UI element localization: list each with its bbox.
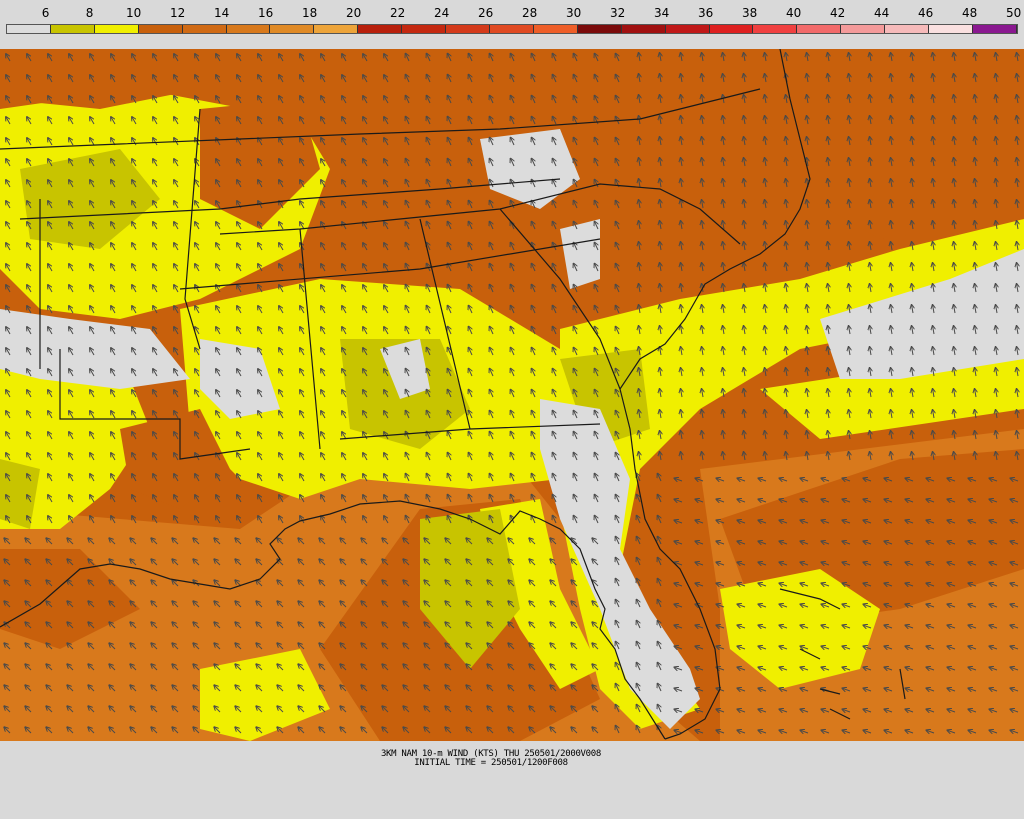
colorbar-tick-label: 10 [125, 6, 142, 20]
colorbar-swatch [709, 25, 754, 33]
colorbar-tick-label: 26 [477, 6, 494, 20]
colorbar-tick-label: 20 [345, 6, 362, 20]
colorbar-tick-label: 38 [741, 6, 758, 20]
wind-map [0, 49, 1024, 741]
colorbar-tick-label: 42 [829, 6, 846, 20]
colorbar-tick-label: 30 [565, 6, 582, 20]
colorbar-swatch [358, 25, 403, 33]
colorbar-swatch [929, 25, 973, 33]
colorbar-swatch [533, 25, 578, 33]
colorbar-swatch [841, 25, 886, 33]
colorbar-tick-label: 8 [85, 6, 94, 20]
colorbar-swatch [7, 25, 51, 33]
colorbar-tick-label: 36 [697, 6, 714, 20]
colorbar-tick-label: 48 [961, 6, 978, 20]
colorbar-swatch [446, 25, 490, 33]
colorbar-swatch [138, 25, 183, 33]
colorbar-tick-label: 28 [521, 6, 538, 20]
colorbar-tick-label: 22 [389, 6, 406, 20]
map-caption-initial-time: INITIAL TIME = 250501/1200F008 [414, 758, 568, 768]
colorbar-tick-label: 34 [653, 6, 670, 20]
colorbar-tick-label: 24 [433, 6, 450, 20]
colorbar-swatch [753, 25, 798, 33]
colorbar-swatch [577, 25, 622, 33]
colorbar-tick-label: 12 [169, 6, 186, 20]
colorbar-tick-label: 50 [1005, 6, 1022, 20]
colorbar-swatch [621, 25, 666, 33]
colorbar-tick-label: 14 [213, 6, 230, 20]
colorbar-swatch [182, 25, 227, 33]
wind-speed-colorbar [6, 24, 1018, 34]
colorbar-swatch [50, 25, 95, 33]
colorbar-tick-label: 40 [785, 6, 802, 20]
colorbar-tick-labels: 6 8 10 12 14 16 18 20 22 24 26 28 30 32 34 36 38 40 42 44 46… [0, 6, 1024, 22]
colorbar-swatch [226, 25, 271, 33]
colorbar-swatch [314, 25, 359, 33]
colorbar-swatch [885, 25, 930, 33]
colorbar-swatch [489, 25, 534, 33]
colorbar-tick-label: 32 [609, 6, 626, 20]
colorbar-swatch [665, 25, 710, 33]
colorbar-tick-label: 6 [41, 6, 50, 20]
colorbar-swatch [94, 25, 139, 33]
colorbar-tick-label: 18 [301, 6, 318, 20]
colorbar-swatch [797, 25, 842, 33]
colorbar-tick-label: 46 [917, 6, 934, 20]
colorbar-swatch [972, 25, 1017, 33]
colorbar-tick-label: 16 [257, 6, 274, 20]
colorbar-tick-label: 44 [873, 6, 890, 20]
colorbar-swatch [270, 25, 315, 33]
colorbar-swatch [402, 25, 447, 33]
